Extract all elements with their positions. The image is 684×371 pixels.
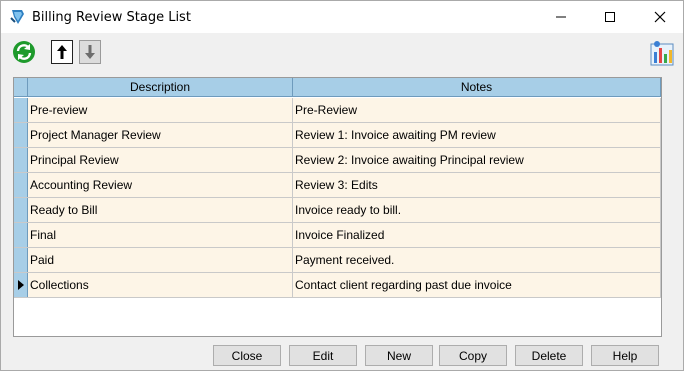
notes-cell[interactable]: Review 2: Invoice awaiting Principal rev… (293, 148, 661, 172)
arrow-down-icon (85, 45, 95, 59)
help-button[interactable]: Help (591, 345, 659, 366)
grid-header: Description Notes (14, 78, 661, 97)
description-cell[interactable]: Final (28, 223, 293, 247)
description-cell[interactable]: Collections (28, 273, 293, 297)
notes-cell[interactable]: Payment received. (293, 248, 661, 272)
minimize-button[interactable] (538, 1, 584, 33)
edit-button[interactable]: Edit (289, 345, 357, 366)
notes-cell[interactable]: Review 1: Invoice awaiting PM review (293, 123, 661, 147)
notes-cell[interactable]: Review 3: Edits (293, 173, 661, 197)
copy-button[interactable]: Copy (439, 345, 507, 366)
row-selector[interactable] (14, 223, 28, 247)
refresh-icon (13, 41, 35, 63)
table-row[interactable]: Ready to Bill Invoice ready to bill. (14, 198, 661, 223)
notes-cell[interactable]: Contact client regarding past due invoic… (293, 273, 661, 297)
column-header-description[interactable]: Description (28, 78, 293, 97)
delete-button[interactable]: Delete (515, 345, 583, 366)
notes-cell[interactable]: Invoice Finalized (293, 223, 661, 247)
row-selector[interactable] (14, 273, 28, 297)
maximize-icon (605, 12, 615, 22)
table-row[interactable]: Collections Contact client regarding past… (14, 273, 661, 298)
table-row[interactable]: Accounting Review Review 3: Edits (14, 173, 661, 198)
description-cell[interactable]: Paid (28, 248, 293, 272)
description-cell[interactable]: Accounting Review (28, 173, 293, 197)
description-cell[interactable]: Pre-review (28, 98, 293, 122)
table-row[interactable]: Principal Review Review 2: Invoice awaiti… (14, 148, 661, 173)
table-row[interactable]: Project Manager Review Review 1: Invoice … (14, 123, 661, 148)
refresh-button[interactable] (11, 39, 37, 65)
description-cell[interactable]: Principal Review (28, 148, 293, 172)
close-window-button[interactable] (637, 1, 683, 33)
row-selector[interactable] (14, 198, 28, 222)
new-button[interactable]: New (365, 345, 433, 366)
row-selector[interactable] (14, 123, 28, 147)
close-button[interactable]: Close (213, 345, 281, 366)
description-cell[interactable]: Ready to Bill (28, 198, 293, 222)
row-selector[interactable] (14, 98, 28, 122)
close-icon (654, 11, 666, 23)
chart-button[interactable] (650, 40, 674, 66)
stage-grid[interactable]: Description Notes Pre-review Pre-Review Pr… (13, 77, 662, 337)
billing-review-stage-window: Billing Review Stage List Description No… (0, 0, 684, 371)
minimize-icon (556, 16, 566, 18)
row-selector-header[interactable] (14, 78, 28, 96)
maximize-button[interactable] (587, 1, 633, 33)
move-down-button[interactable] (79, 40, 101, 64)
row-selector[interactable] (14, 248, 28, 272)
table-row[interactable]: Pre-review Pre-Review (14, 98, 661, 123)
arrow-up-icon (57, 45, 67, 59)
table-row[interactable]: Final Invoice Finalized (14, 223, 661, 248)
window-title: Billing Review Stage List (32, 10, 191, 25)
row-selector[interactable] (14, 173, 28, 197)
notes-cell[interactable]: Pre-Review (293, 98, 661, 122)
title-bar[interactable]: Billing Review Stage List (1, 1, 683, 33)
app-icon (10, 10, 24, 24)
row-selector[interactable] (14, 148, 28, 172)
move-up-button[interactable] (51, 40, 73, 64)
description-cell[interactable]: Project Manager Review (28, 123, 293, 147)
notes-cell[interactable]: Invoice ready to bill. (293, 198, 661, 222)
column-header-notes[interactable]: Notes (293, 78, 661, 97)
current-row-pointer-icon (18, 280, 24, 290)
table-row[interactable]: Paid Payment received. (14, 248, 661, 273)
chart-icon (650, 41, 674, 66)
